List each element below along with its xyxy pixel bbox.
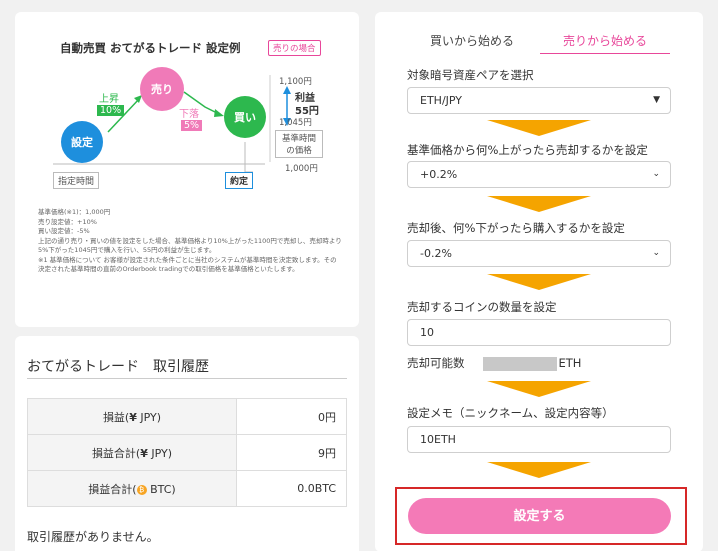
chevron-down-icon: ⌄ [652, 169, 660, 179]
bitcoin-icon: ₿ [136, 484, 147, 495]
available-amount: 売却可能数 ETH [407, 356, 582, 371]
quantity-label: 売却するコインの数量を設定 [407, 300, 557, 314]
fall-label: 下落 [179, 109, 199, 120]
yen-icon: ¥ [140, 446, 148, 460]
table-row: 損益(¥ JPY) 0円 [27, 398, 347, 435]
note-line: 売り設定値：+10% [38, 217, 97, 226]
sell-percent-select[interactable]: +0.2% ⌄ [407, 161, 671, 188]
chevron-down-icon: ⌄ [652, 248, 660, 258]
row-label: 損益(¥ JPY) [27, 398, 237, 435]
row-value: 0.0BTC [236, 470, 347, 507]
masked-value [482, 356, 557, 371]
executed-label: 約定 [225, 172, 254, 189]
down-arrow-icon [487, 196, 591, 212]
example-diagram-card: 自動売買 おてがるトレード 設定例 売りの場合 設定 売り 買い 上昇 10% … [15, 12, 359, 327]
profit-value: 55円 [295, 106, 319, 117]
base-price-label: 基準時間 の価格 [275, 130, 323, 158]
empty-history-message: 取引履歴がありません。 [27, 530, 159, 544]
rise-percent: 10% [97, 105, 125, 116]
table-row: 損益合計(₿ BTC) 0.0BTC [27, 470, 347, 507]
submit-settings-button[interactable]: 設定する [408, 498, 671, 534]
note-line: ※1 基準価格について お客様が設定された条件ごとに当社のシステムが基準時間を決… [38, 255, 337, 274]
pair-select[interactable]: ETH/JPY ▼ [407, 87, 671, 114]
row-label: 損益合計(₿ BTC) [27, 470, 237, 507]
sell-percent-label: 基準価格から何%上がったら売却するかを設定 [407, 143, 648, 157]
trade-history-card: おてがるトレード 取引履歴 損益(¥ JPY) 0円 損益合計(¥ JPY) 9… [15, 336, 359, 551]
quantity-input[interactable]: 10 [407, 319, 671, 346]
yen-icon: ¥ [129, 410, 137, 424]
buy-percent-select[interactable]: -0.2% ⌄ [407, 240, 671, 267]
fall-percent: 5% [181, 120, 203, 131]
pair-value: ETH/JPY [420, 94, 463, 107]
history-divider [27, 378, 347, 379]
node-set: 設定 [61, 121, 103, 163]
trade-settings-card: 買いから始める 売りから始める 対象暗号資産ペアを選択 ETH/JPY ▼ 基準… [375, 12, 703, 551]
row-value: 0円 [236, 398, 347, 435]
down-arrow-icon [487, 274, 591, 290]
buy-percent-label: 売却後、何%下がったら購入するかを設定 [407, 221, 625, 235]
price-mid: 1,045円 [279, 118, 312, 128]
row-label: 損益合計(¥ JPY) [27, 434, 237, 471]
pair-label: 対象暗号資産ペアを選択 [407, 68, 534, 82]
tab-sell-first[interactable]: 売りから始める [540, 28, 670, 54]
price-low: 1,000円 [285, 164, 318, 174]
price-high: 1,100円 [279, 77, 312, 87]
table-row: 損益合計(¥ JPY) 9円 [27, 434, 347, 471]
sell-percent-value: +0.2% [420, 168, 458, 181]
history-table: 損益(¥ JPY) 0円 損益合計(¥ JPY) 9円 損益合計(₿ BTC) … [27, 398, 347, 507]
rise-label: 上昇 [99, 94, 119, 105]
caret-down-icon: ▼ [653, 95, 660, 105]
history-title: おてがるトレード 取引履歴 [27, 359, 209, 375]
note-line: 基準価格(※1)：1,000円 [38, 208, 111, 216]
node-buy: 買い [224, 96, 266, 138]
down-arrow-icon [487, 120, 591, 136]
diagram-notes: 基準価格(※1)：1,000円 売り設定値：+10% 買い設定値：-5% 上記の… [38, 208, 343, 275]
note-line: 上記の通り売り・買いの値を設定をした場合、基準価格より10%上がった1100円で… [38, 236, 342, 255]
memo-input[interactable]: 10ETH [407, 426, 671, 453]
note-line: 買い設定値：-5% [38, 227, 90, 235]
memo-label: 設定メモ（ニックネーム、設定内容等） [407, 406, 614, 420]
row-value: 9円 [236, 434, 347, 471]
down-arrow-icon [487, 462, 591, 478]
buy-percent-value: -0.2% [420, 247, 452, 260]
tab-buy-first[interactable]: 買いから始める [407, 28, 537, 54]
down-arrow-icon [487, 381, 591, 397]
node-sell: 売り [140, 67, 184, 111]
designated-time-label: 指定時間 [53, 172, 100, 189]
